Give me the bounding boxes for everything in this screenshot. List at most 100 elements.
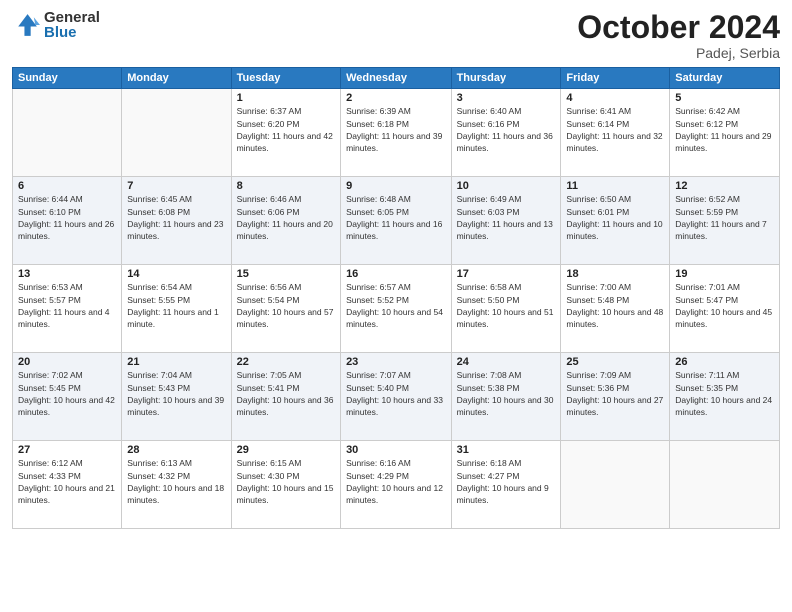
day-number: 29 xyxy=(237,444,335,456)
calendar-cell: 11Sunrise: 6:50 AM Sunset: 6:01 PM Dayli… xyxy=(561,177,670,265)
day-number: 11 xyxy=(566,180,664,192)
header-monday: Monday xyxy=(122,68,231,89)
header-sunday: Sunday xyxy=(13,68,122,89)
day-info: Sunrise: 7:02 AM Sunset: 5:45 PM Dayligh… xyxy=(18,369,116,418)
day-info: Sunrise: 6:18 AM Sunset: 4:27 PM Dayligh… xyxy=(457,457,556,506)
day-info: Sunrise: 6:15 AM Sunset: 4:30 PM Dayligh… xyxy=(237,457,335,506)
location-subtitle: Padej, Serbia xyxy=(577,45,780,61)
calendar-cell: 26Sunrise: 7:11 AM Sunset: 5:35 PM Dayli… xyxy=(670,353,780,441)
day-number: 25 xyxy=(566,356,664,368)
calendar-cell: 29Sunrise: 6:15 AM Sunset: 4:30 PM Dayli… xyxy=(231,441,340,529)
calendar-cell: 14Sunrise: 6:54 AM Sunset: 5:55 PM Dayli… xyxy=(122,265,231,353)
calendar-cell: 15Sunrise: 6:56 AM Sunset: 5:54 PM Dayli… xyxy=(231,265,340,353)
day-number: 9 xyxy=(346,180,446,192)
day-number: 16 xyxy=(346,268,446,280)
calendar-cell: 13Sunrise: 6:53 AM Sunset: 5:57 PM Dayli… xyxy=(13,265,122,353)
calendar-cell: 20Sunrise: 7:02 AM Sunset: 5:45 PM Dayli… xyxy=(13,353,122,441)
day-number: 6 xyxy=(18,180,116,192)
day-info: Sunrise: 6:13 AM Sunset: 4:32 PM Dayligh… xyxy=(127,457,225,506)
day-info: Sunrise: 6:48 AM Sunset: 6:05 PM Dayligh… xyxy=(346,193,446,242)
logo-blue-text: Blue xyxy=(44,25,100,40)
calendar-cell: 30Sunrise: 6:16 AM Sunset: 4:29 PM Dayli… xyxy=(341,441,452,529)
day-info: Sunrise: 7:08 AM Sunset: 5:38 PM Dayligh… xyxy=(457,369,556,418)
day-number: 17 xyxy=(457,268,556,280)
day-number: 23 xyxy=(346,356,446,368)
day-info: Sunrise: 6:54 AM Sunset: 5:55 PM Dayligh… xyxy=(127,281,225,330)
calendar-cell: 17Sunrise: 6:58 AM Sunset: 5:50 PM Dayli… xyxy=(451,265,561,353)
day-info: Sunrise: 6:53 AM Sunset: 5:57 PM Dayligh… xyxy=(18,281,116,330)
day-info: Sunrise: 7:04 AM Sunset: 5:43 PM Dayligh… xyxy=(127,369,225,418)
day-info: Sunrise: 6:37 AM Sunset: 6:20 PM Dayligh… xyxy=(237,105,335,154)
calendar-cell: 16Sunrise: 6:57 AM Sunset: 5:52 PM Dayli… xyxy=(341,265,452,353)
header-wednesday: Wednesday xyxy=(341,68,452,89)
calendar-cell: 9Sunrise: 6:48 AM Sunset: 6:05 PM Daylig… xyxy=(341,177,452,265)
calendar-cell: 3Sunrise: 6:40 AM Sunset: 6:16 PM Daylig… xyxy=(451,89,561,177)
day-number: 15 xyxy=(237,268,335,280)
calendar-cell: 27Sunrise: 6:12 AM Sunset: 4:33 PM Dayli… xyxy=(13,441,122,529)
calendar-cell: 10Sunrise: 6:49 AM Sunset: 6:03 PM Dayli… xyxy=(451,177,561,265)
day-info: Sunrise: 6:40 AM Sunset: 6:16 PM Dayligh… xyxy=(457,105,556,154)
day-number: 22 xyxy=(237,356,335,368)
day-number: 13 xyxy=(18,268,116,280)
day-info: Sunrise: 7:07 AM Sunset: 5:40 PM Dayligh… xyxy=(346,369,446,418)
calendar-cell: 19Sunrise: 7:01 AM Sunset: 5:47 PM Dayli… xyxy=(670,265,780,353)
header: General Blue October 2024 Padej, Serbia xyxy=(12,10,780,61)
day-info: Sunrise: 6:12 AM Sunset: 4:33 PM Dayligh… xyxy=(18,457,116,506)
day-info: Sunrise: 6:42 AM Sunset: 6:12 PM Dayligh… xyxy=(675,105,774,154)
calendar-cell: 23Sunrise: 7:07 AM Sunset: 5:40 PM Dayli… xyxy=(341,353,452,441)
title-area: October 2024 Padej, Serbia xyxy=(577,10,780,61)
day-number: 12 xyxy=(675,180,774,192)
calendar-cell: 5Sunrise: 6:42 AM Sunset: 6:12 PM Daylig… xyxy=(670,89,780,177)
day-number: 28 xyxy=(127,444,225,456)
day-info: Sunrise: 7:01 AM Sunset: 5:47 PM Dayligh… xyxy=(675,281,774,330)
day-info: Sunrise: 6:39 AM Sunset: 6:18 PM Dayligh… xyxy=(346,105,446,154)
calendar-table: Sunday Monday Tuesday Wednesday Thursday… xyxy=(12,67,780,529)
day-info: Sunrise: 6:46 AM Sunset: 6:06 PM Dayligh… xyxy=(237,193,335,242)
day-number: 7 xyxy=(127,180,225,192)
header-thursday: Thursday xyxy=(451,68,561,89)
day-info: Sunrise: 6:49 AM Sunset: 6:03 PM Dayligh… xyxy=(457,193,556,242)
calendar-week-1: 1Sunrise: 6:37 AM Sunset: 6:20 PM Daylig… xyxy=(13,89,780,177)
day-number: 8 xyxy=(237,180,335,192)
header-friday: Friday xyxy=(561,68,670,89)
day-number: 31 xyxy=(457,444,556,456)
header-saturday: Saturday xyxy=(670,68,780,89)
day-number: 2 xyxy=(346,92,446,104)
day-info: Sunrise: 6:56 AM Sunset: 5:54 PM Dayligh… xyxy=(237,281,335,330)
day-number: 20 xyxy=(18,356,116,368)
day-number: 27 xyxy=(18,444,116,456)
page: General Blue October 2024 Padej, Serbia … xyxy=(0,0,792,612)
weekday-header-row: Sunday Monday Tuesday Wednesday Thursday… xyxy=(13,68,780,89)
day-info: Sunrise: 6:50 AM Sunset: 6:01 PM Dayligh… xyxy=(566,193,664,242)
calendar-cell: 7Sunrise: 6:45 AM Sunset: 6:08 PM Daylig… xyxy=(122,177,231,265)
calendar-cell: 24Sunrise: 7:08 AM Sunset: 5:38 PM Dayli… xyxy=(451,353,561,441)
day-number: 5 xyxy=(675,92,774,104)
day-info: Sunrise: 7:05 AM Sunset: 5:41 PM Dayligh… xyxy=(237,369,335,418)
day-number: 3 xyxy=(457,92,556,104)
calendar-cell: 31Sunrise: 6:18 AM Sunset: 4:27 PM Dayli… xyxy=(451,441,561,529)
day-number: 19 xyxy=(675,268,774,280)
calendar-cell xyxy=(122,89,231,177)
day-number: 24 xyxy=(457,356,556,368)
day-number: 10 xyxy=(457,180,556,192)
day-info: Sunrise: 6:57 AM Sunset: 5:52 PM Dayligh… xyxy=(346,281,446,330)
month-title: October 2024 xyxy=(577,10,780,45)
calendar-cell: 21Sunrise: 7:04 AM Sunset: 5:43 PM Dayli… xyxy=(122,353,231,441)
calendar-cell: 4Sunrise: 6:41 AM Sunset: 6:14 PM Daylig… xyxy=(561,89,670,177)
calendar-cell: 28Sunrise: 6:13 AM Sunset: 4:32 PM Dayli… xyxy=(122,441,231,529)
day-number: 14 xyxy=(127,268,225,280)
calendar-cell xyxy=(13,89,122,177)
calendar-cell: 6Sunrise: 6:44 AM Sunset: 6:10 PM Daylig… xyxy=(13,177,122,265)
calendar-cell: 22Sunrise: 7:05 AM Sunset: 5:41 PM Dayli… xyxy=(231,353,340,441)
calendar-week-5: 27Sunrise: 6:12 AM Sunset: 4:33 PM Dayli… xyxy=(13,441,780,529)
logo: General Blue xyxy=(12,10,100,40)
day-info: Sunrise: 6:41 AM Sunset: 6:14 PM Dayligh… xyxy=(566,105,664,154)
day-number: 4 xyxy=(566,92,664,104)
day-number: 26 xyxy=(675,356,774,368)
day-number: 21 xyxy=(127,356,225,368)
calendar-cell: 8Sunrise: 6:46 AM Sunset: 6:06 PM Daylig… xyxy=(231,177,340,265)
calendar-cell: 12Sunrise: 6:52 AM Sunset: 5:59 PM Dayli… xyxy=(670,177,780,265)
calendar-cell: 25Sunrise: 7:09 AM Sunset: 5:36 PM Dayli… xyxy=(561,353,670,441)
calendar-cell: 18Sunrise: 7:00 AM Sunset: 5:48 PM Dayli… xyxy=(561,265,670,353)
calendar-cell xyxy=(561,441,670,529)
